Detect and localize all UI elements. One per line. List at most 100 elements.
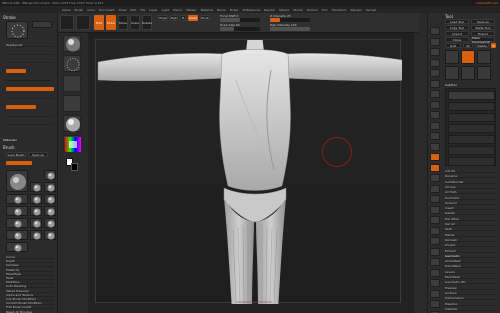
clone-tool-button[interactable]: Clone [445,37,469,42]
lightbox-button[interactable] [76,15,90,30]
tool-deformation[interactable]: Deformation [445,296,496,301]
tool-geometry-hd[interactable]: Geometry HD [445,280,496,285]
make-polymesh-button[interactable]: Make PolyMesh3D [471,36,495,44]
tool-thumbnail[interactable] [445,66,459,80]
rotate-button[interactable]: Rotate [142,15,152,30]
view-tool-button[interactable] [430,100,440,109]
subtool-entry[interactable] [448,135,495,144]
brush-thumbnail[interactable] [44,182,56,192]
subtool-entry[interactable] [448,124,495,133]
view-tool-button[interactable] [430,79,440,88]
menu-transform[interactable]: Transform [332,8,347,12]
subtool-entry[interactable] [448,146,495,155]
visible-button[interactable]: Visible [475,43,489,48]
subtool-entry[interactable] [448,113,495,122]
brush-thumbnail[interactable] [6,206,28,216]
brush-thumbnail[interactable] [44,194,56,204]
tool-thumbnail[interactable] [445,50,459,64]
replay-last-row[interactable]: ReplayLast [6,43,54,47]
menu-picker[interactable]: Picker [230,8,239,12]
menu-movie[interactable]: Movie [217,8,226,12]
view-tool-button[interactable] [430,258,440,266]
menu-material[interactable]: Material [201,8,213,12]
tool-visibility[interactable]: Visibility [445,307,496,311]
view-tool-button[interactable] [430,142,440,151]
view-tool-button[interactable] [430,205,440,214]
tool-auto-reorder[interactable]: AutoReorder [445,180,496,184]
zsub-button[interactable]: Zsub [200,15,210,21]
m-button[interactable]: M [180,15,186,21]
tool-surface[interactable]: Surface [445,291,496,295]
tool-extract[interactable]: Extract [445,249,496,253]
paste-tool-button[interactable]: Paste Tool [471,25,495,30]
menu-brush[interactable]: Brush [75,8,84,12]
tool-masking[interactable]: Masking [445,302,496,306]
view-tool-button[interactable] [430,216,440,224]
brush-thumbnail[interactable] [6,218,28,228]
view-tool-button[interactable] [430,48,440,56]
materials-title[interactable]: Materials [3,138,17,142]
stroke-thumbnail[interactable] [6,21,28,39]
alpha-preview-button[interactable] [63,75,81,92]
texture-preview-button[interactable] [63,95,81,112]
mrgb-button[interactable]: Mrgb [158,15,168,21]
view-tool-button[interactable] [430,279,440,287]
scale-button[interactable]: Scale [130,15,140,30]
brush-thumbnail[interactable] [30,206,42,216]
menu-layer[interactable]: Layer [149,8,157,12]
view-tool-button[interactable] [430,300,440,308]
brush-thumbnail[interactable] [44,230,56,240]
all-button[interactable]: All [463,43,473,48]
tool-delete[interactable]: Delete [445,211,496,216]
stroke-orange-button[interactable] [6,69,26,73]
menu-stencil[interactable]: Stencil [279,8,289,12]
subtool-entry[interactable] [448,102,495,111]
view-tool-button[interactable] [430,237,440,245]
tool-remesh[interactable]: Remesh [445,238,496,242]
view-tool-button[interactable] [430,247,440,256]
tool-thumbnail[interactable] [477,66,491,80]
view-tool-button[interactable] [430,153,440,161]
view-tool-button[interactable] [430,90,440,98]
menu-color[interactable]: Color [87,8,95,12]
menu-zplugin[interactable]: Zplugin [350,8,361,12]
view-tool-button[interactable] [430,195,440,203]
move-button[interactable]: Move [118,15,128,30]
view-tool-button[interactable] [430,111,440,119]
menu-marker[interactable]: Marker [186,8,196,12]
copy-tool-button[interactable]: Copy Tool [445,25,469,30]
goz-button[interactable]: GoZ [445,43,461,48]
current-brush-thumbnail[interactable] [6,170,28,192]
tool-all-high[interactable]: All High [445,190,496,195]
brush-thumbnail[interactable] [30,182,42,192]
z-intensity-slider[interactable] [270,18,310,22]
view-tool-button[interactable] [430,37,440,46]
r-button[interactable]: R [491,43,496,48]
import-button[interactable]: Import [445,31,469,36]
menu-document[interactable]: Document [99,8,115,12]
menu-stroke[interactable]: Stroke [293,8,303,12]
tool-nano-mesh[interactable]: NanoMesh [445,264,496,269]
edit-button[interactable]: Edit [94,15,104,30]
load-brush-button[interactable]: Load Brush [6,152,26,157]
tool-rename[interactable]: Rename [445,174,496,179]
menu-file[interactable]: File [140,8,145,12]
stroke-option-row[interactable] [6,59,54,63]
tool-duplicate[interactable]: Duplicate [445,196,496,200]
default-zscript-label[interactable]: DefaultZScript [476,1,500,5]
rgb-button[interactable]: Rgb [170,15,178,21]
stroke-option-row[interactable] [6,51,54,55]
rgb-intensity-slider[interactable] [270,27,310,31]
draw-button[interactable]: Draw [106,15,116,30]
subtool-entry[interactable] [448,91,495,100]
brush-section-reset-all-brushes[interactable]: Reset All Brushes [6,310,54,313]
tool-split[interactable]: Split [445,227,496,232]
view-tool-button[interactable] [430,163,440,172]
stroke-option-row[interactable] [6,95,54,99]
menu-draw[interactable]: Draw [119,8,127,12]
stroke-orange-toggle[interactable] [6,105,36,109]
menu-render[interactable]: Render [264,8,275,12]
tool-del-all[interactable]: Del All [445,222,496,226]
menu-texture[interactable]: Texture [307,8,318,12]
subtool-title[interactable]: SubTool [445,83,457,87]
